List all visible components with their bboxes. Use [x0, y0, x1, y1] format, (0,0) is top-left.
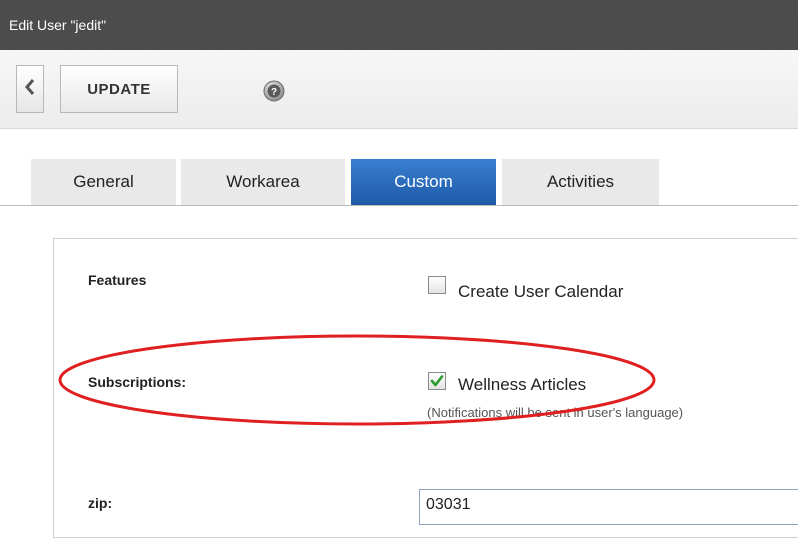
check-mark-icon — [430, 375, 444, 387]
svg-text:?: ? — [271, 87, 277, 98]
tab-label: Activities — [546, 172, 615, 191]
wellness-articles-checkbox[interactable] — [428, 372, 446, 390]
tab-divider — [0, 205, 798, 206]
update-button[interactable]: UPDATE — [60, 65, 178, 113]
tab-workarea[interactable]: Workarea — [181, 159, 345, 205]
window-title: Edit User "jedit" — [9, 17, 107, 33]
tab-label: General — [73, 172, 134, 191]
tab-custom[interactable]: Custom — [351, 159, 496, 205]
tab-activities[interactable]: Activities — [502, 159, 659, 205]
chevron-left-icon — [24, 78, 36, 101]
help-icon[interactable]: ? — [262, 79, 286, 103]
tab-general[interactable]: General — [31, 159, 176, 205]
features-label: Features — [88, 272, 147, 288]
toolbar: UPDATE — [0, 50, 798, 129]
tab-label: Workarea — [226, 172, 300, 191]
tab-label: Custom — [394, 172, 453, 191]
create-user-calendar-label[interactable]: Create User Calendar — [458, 282, 623, 302]
zip-input[interactable]: 03031 — [419, 489, 798, 525]
zip-label: zip: — [88, 495, 113, 511]
window-title-bar: Edit User "jedit" — [0, 0, 798, 50]
subscription-note: (Notifications will be sent in user's la… — [427, 405, 684, 420]
wellness-articles-label[interactable]: Wellness Articles — [458, 375, 586, 395]
back-button[interactable] — [16, 65, 44, 113]
subscriptions-label: Subscriptions: — [88, 374, 187, 390]
update-button-label: UPDATE — [87, 80, 151, 98]
create-user-calendar-checkbox[interactable] — [428, 276, 446, 294]
